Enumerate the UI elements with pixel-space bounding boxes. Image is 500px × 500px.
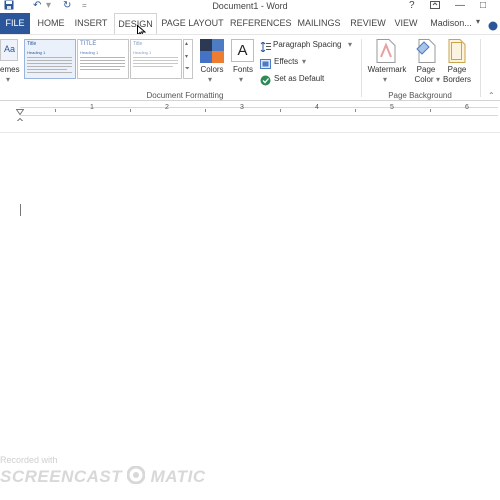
style-thumb-heading: Heading 1 — [133, 50, 152, 55]
effects-button[interactable]: Effects — [274, 57, 298, 66]
tab-review[interactable]: REVIEW — [349, 13, 387, 34]
account-dropdown-icon[interactable]: ▾ — [476, 17, 480, 26]
page-color-label-1[interactable]: Page — [410, 65, 442, 75]
fonts-label[interactable]: Fonts — [226, 65, 260, 75]
effects-dropdown-icon[interactable]: ▾ — [302, 57, 306, 66]
account-name[interactable]: Madison... — [426, 13, 476, 34]
ruler-number: 2 — [165, 104, 169, 111]
title-bar: ↶ ▾ ↻ = Document1 - Word ? — □ — [0, 0, 500, 13]
maximize-icon[interactable]: □ — [480, 0, 486, 12]
window-title: Document1 - Word — [212, 1, 288, 11]
save-icon[interactable] — [4, 0, 14, 14]
tab-page-layout[interactable]: PAGE LAYOUT — [160, 13, 225, 34]
ribbon-tabs: FILE HOME INSERT DESIGN PAGE LAYOUT REFE… — [0, 13, 500, 38]
ruler-number: 6 — [465, 104, 469, 111]
page-borders-label-1[interactable]: Page — [441, 65, 473, 75]
set-as-default-icon — [260, 73, 271, 91]
watermark-icon[interactable] — [376, 39, 396, 63]
tab-view[interactable]: VIEW — [392, 13, 420, 34]
minimize-icon[interactable]: — — [455, 0, 465, 12]
colors-icon[interactable] — [200, 39, 224, 63]
style-set-thumb-2[interactable]: TITLE Heading 1 — [77, 39, 129, 79]
tab-home[interactable]: HOME — [34, 13, 68, 34]
text-cursor — [20, 204, 21, 216]
collapse-ribbon-icon[interactable]: ⌃ — [488, 91, 495, 100]
undo-icon[interactable]: ↶ — [33, 0, 41, 12]
themes-button[interactable]: Aa — [0, 39, 18, 61]
colors-dropdown-icon[interactable]: ▾ — [208, 75, 212, 84]
themes-icon: Aa — [4, 44, 16, 54]
style-gallery-scroll[interactable]: ▴ ▾ ⏷ — [183, 39, 193, 79]
fonts-dropdown-icon[interactable]: ▾ — [239, 75, 243, 84]
undo-dropdown-icon[interactable]: ▾ — [46, 0, 51, 12]
group-label-page-background: Page Background — [388, 91, 452, 100]
page-edge — [0, 132, 500, 133]
style-thumb-title: Title — [133, 41, 143, 47]
tab-design[interactable]: DESIGN — [114, 13, 157, 34]
watermark-label[interactable]: Watermark — [362, 65, 412, 75]
ruler-number: 4 — [315, 104, 319, 111]
style-set-thumb-1[interactable]: Title Heading 1 — [24, 39, 76, 79]
gallery-more-icon[interactable]: ⏷ — [185, 66, 190, 73]
ribbon-display-options-icon[interactable] — [430, 0, 440, 14]
document-page[interactable] — [0, 121, 500, 500]
tab-mailings[interactable]: MAILINGS — [296, 13, 342, 34]
logo-right-text: MATIC — [150, 466, 206, 486]
page-borders-icon[interactable] — [448, 39, 466, 63]
tab-insert[interactable]: INSERT — [72, 13, 110, 34]
tab-file[interactable]: FILE — [0, 13, 30, 34]
page-borders-label-2[interactable]: Borders — [441, 75, 473, 85]
ruler-number: 5 — [390, 104, 394, 111]
help-icon[interactable]: ? — [409, 0, 415, 12]
themes-label: emes — [0, 65, 20, 74]
themes-dropdown-icon[interactable]: ▾ — [6, 75, 10, 84]
scroll-up-icon[interactable]: ▴ — [185, 40, 188, 47]
screencast-o-matic-logo: SCREENCAST MATIC — [0, 465, 206, 489]
ruler-number: 1 — [90, 104, 94, 111]
ribbon-design: Aa emes ▾ Title Heading 1 TITLE Heading … — [0, 34, 500, 101]
tab-references[interactable]: REFERENCES — [230, 13, 292, 34]
recorded-with-text: Recorded with — [0, 455, 58, 465]
fonts-icon[interactable]: A — [231, 39, 254, 62]
paragraph-spacing-button[interactable]: Paragraph Spacing — [273, 40, 342, 49]
set-as-default-button[interactable]: Set as Default — [274, 74, 324, 83]
style-thumb-title: Title — [27, 41, 37, 47]
redo-icon[interactable]: ↻ — [63, 0, 71, 12]
paragraph-spacing-dropdown-icon[interactable]: ▾ — [348, 40, 352, 49]
customize-qat-icon[interactable]: = — [82, 0, 87, 12]
page-color-dropdown-icon[interactable]: ▾ — [436, 75, 440, 84]
ruler-number: 3 — [240, 104, 244, 111]
group-label-document-formatting: Document Formatting — [146, 91, 224, 100]
paragraph-spacing-icon — [260, 39, 271, 57]
effects-icon — [260, 56, 271, 74]
logo-o-icon — [126, 465, 146, 489]
watermark-dropdown-icon[interactable]: ▾ — [383, 75, 387, 84]
scroll-down-icon[interactable]: ▾ — [185, 53, 188, 60]
page-color-icon[interactable] — [416, 39, 436, 63]
style-set-thumb-3[interactable]: Title Heading 1 — [130, 39, 182, 79]
colors-label[interactable]: Colors — [195, 65, 229, 75]
style-thumb-title: TITLE — [80, 41, 97, 47]
style-thumb-heading: Heading 1 — [80, 50, 99, 55]
logo-left-text: SCREENCAST — [0, 466, 123, 486]
style-thumb-heading: Heading 1 — [27, 50, 46, 55]
